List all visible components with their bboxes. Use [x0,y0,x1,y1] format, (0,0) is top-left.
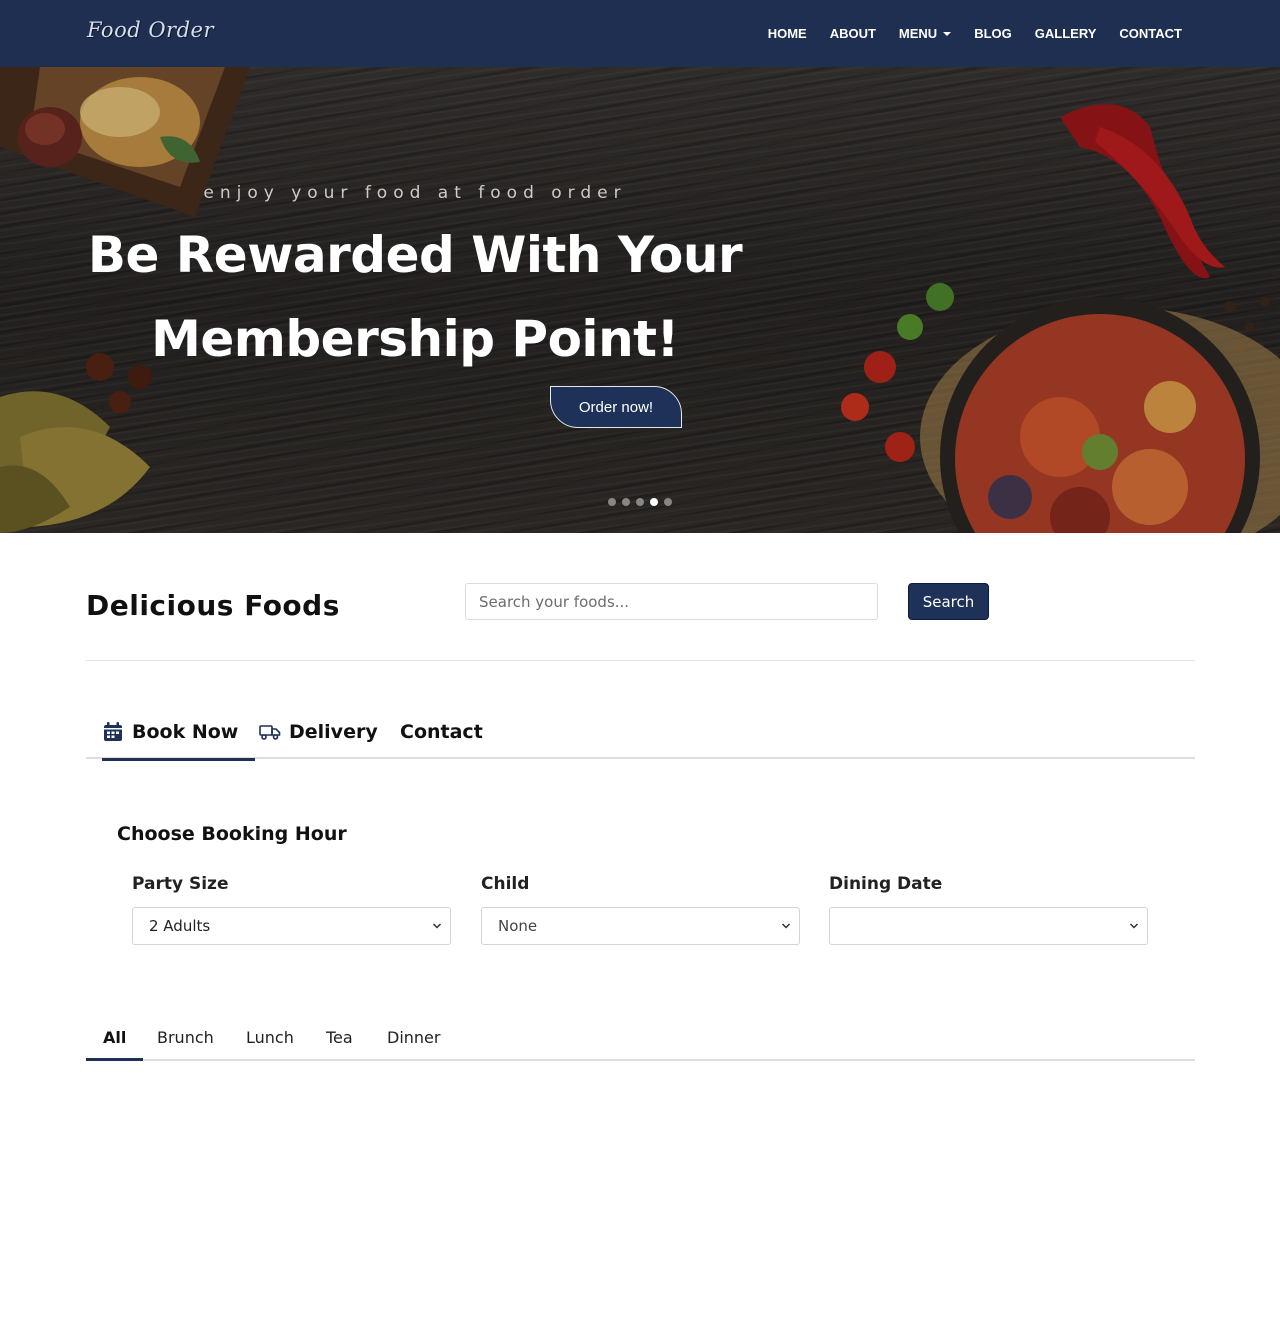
meal-tab-brunch[interactable]: Brunch [157,1016,214,1059]
hero-title: Be Rewarded With Your Membership Point! [0,213,830,381]
tab-delivery[interactable]: Delivery [259,705,378,759]
search-input[interactable] [465,583,878,620]
meal-tab-tea[interactable]: Tea [326,1016,353,1059]
nav-link-contact[interactable]: CONTACT [1119,26,1182,41]
divider [86,660,1195,661]
top-navbar: Food Order HOME ABOUT MENU BLOG GALLERY … [0,0,1280,67]
tab-book-now-label: Book Now [132,721,239,743]
meal-filter-tabs: All Brunch Lunch Tea Dinner [86,1016,1195,1061]
carousel-indicators [608,498,672,506]
tab-contact[interactable]: Contact [400,705,483,759]
party-size-select[interactable]: 2 Adults [132,907,451,945]
section-heading: Delicious Foods [86,589,340,622]
nav-link-about[interactable]: ABOUT [830,26,876,41]
meal-tab-all[interactable]: All [86,1016,144,1061]
chevron-down-icon [781,923,791,929]
order-now-button[interactable]: Order now! [550,386,682,428]
calendar-icon [102,721,124,743]
party-size-value: 2 Adults [149,917,211,935]
tab-delivery-label: Delivery [289,721,378,743]
child-label: Child [481,874,530,894]
truck-icon [259,721,281,743]
caret-down-icon [943,31,952,36]
hero-title-line-1: Be Rewarded With Your [87,226,743,284]
hero-title-line-2: Membership Point! [151,310,679,368]
meal-tab-dinner[interactable]: Dinner [387,1016,440,1059]
meal-tab-lunch[interactable]: Lunch [246,1016,294,1059]
carousel-dot-active[interactable] [650,498,658,506]
booking-heading: Choose Booking Hour [117,823,347,845]
dining-date-label: Dining Date [829,874,943,894]
carousel-dot[interactable] [622,498,630,506]
nav-link-menu[interactable]: MENU [898,26,952,41]
hero-subtitle: enjoy your food at food order [203,183,627,203]
chevron-down-icon [432,923,442,929]
carousel-dot[interactable] [608,498,616,506]
nav-link-menu-label: MENU [898,26,938,41]
carousel-dot[interactable] [636,498,644,506]
dining-date-select[interactable] [829,907,1148,945]
hero-carousel: enjoy your food at food order Be Rewarde… [0,67,1280,533]
child-select[interactable]: None [481,907,800,945]
nav-link-home[interactable]: HOME [768,26,807,41]
tab-book-now[interactable]: Book Now [102,705,256,761]
nav-link-gallery[interactable]: GALLERY [1035,26,1097,41]
chevron-down-icon [1129,923,1139,929]
search-button[interactable]: Search [908,583,989,620]
carousel-dot[interactable] [664,498,672,506]
party-size-label: Party Size [132,874,229,894]
child-value: None [498,917,538,935]
nav-links: HOME ABOUT MENU BLOG GALLERY CONTACT [768,0,1182,67]
booking-tabs: Book Now Delivery Contact [86,705,1195,761]
nav-link-blog[interactable]: BLOG [974,26,1012,41]
brand-logo[interactable]: Food Order [87,18,214,42]
